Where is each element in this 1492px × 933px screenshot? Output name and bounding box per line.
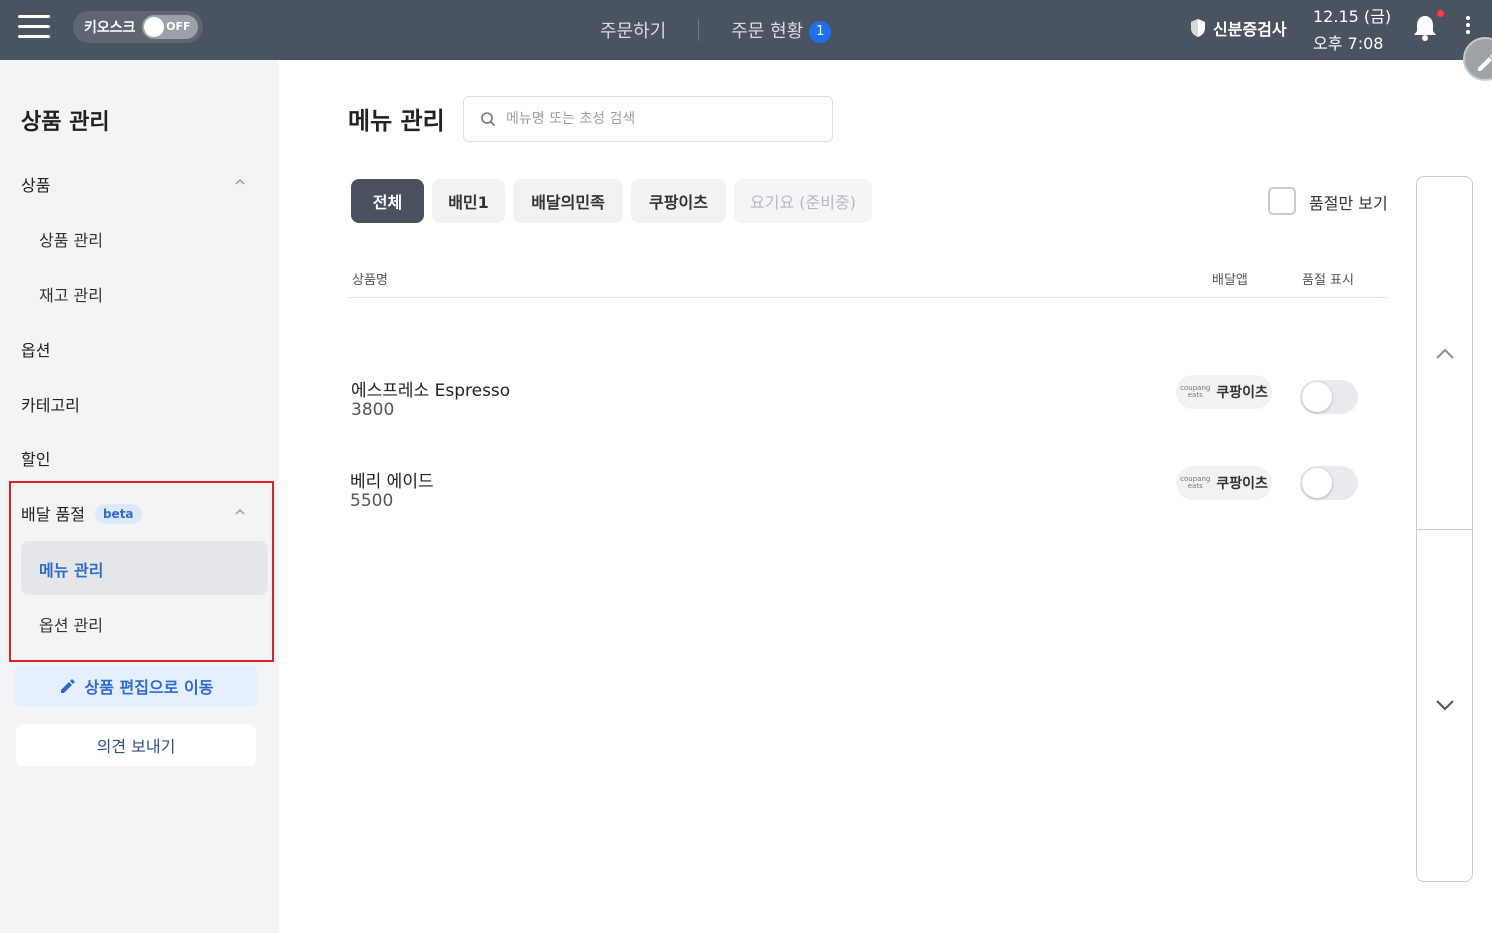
sidebar-item-delivery-soldout-label: 배달 품절	[21, 505, 85, 524]
top-nav: 주문하기 주문 현황 1	[600, 0, 832, 60]
chevron-down-icon	[1436, 700, 1454, 711]
coupang-eats-logo-icon: coupang eats	[1180, 384, 1211, 399]
notification-dot	[1437, 10, 1444, 17]
sidebar-item-discount[interactable]: 할인	[21, 446, 50, 470]
clock-time: 오후 7:08	[1313, 34, 1384, 53]
sidebar-item-delivery-soldout[interactable]: 배달 품절 beta	[21, 501, 142, 525]
send-feedback-label: 의견 보내기	[96, 737, 176, 756]
search-icon	[481, 112, 496, 127]
search-box	[463, 96, 833, 142]
filter-chip-baemin1[interactable]: 배민1	[432, 179, 505, 223]
coupang-eats-logo-icon: coupang eats	[1180, 475, 1211, 490]
row-1-name: 에스프레소 Espresso	[351, 381, 511, 401]
sidebar-item-product-manage[interactable]: 상품 관리	[39, 227, 103, 251]
scroll-control-panel	[1416, 176, 1473, 882]
toggle-knob	[1302, 468, 1332, 498]
row-2-soldout-toggle[interactable]	[1300, 466, 1358, 500]
kiosk-label: 키오스크	[84, 20, 136, 36]
filter-chip-all[interactable]: 전체	[351, 179, 424, 223]
chevron-up-icon[interactable]	[234, 506, 246, 518]
toggle-knob	[1302, 382, 1332, 412]
pencil-icon	[60, 679, 75, 693]
table-header-divider	[348, 297, 1387, 298]
bell-icon[interactable]	[1412, 13, 1438, 41]
shield-icon	[1191, 19, 1205, 37]
sidebar-item-stock-manage[interactable]: 재고 관리	[39, 282, 103, 306]
filter-chip-baemin[interactable]: 배달의민족	[513, 179, 623, 223]
id-check-label: 신분증검사	[1213, 20, 1287, 39]
sidebar-item-option-manage[interactable]: 옵션 관리	[39, 612, 103, 636]
clock-date: 12.15 (금)	[1313, 7, 1392, 26]
filter-chip-yogiyo: 요기요 (준비중)	[734, 179, 872, 223]
row-2-app-chip: coupang eats 쿠팡이츠	[1176, 466, 1272, 500]
column-header-name: 상품명	[352, 273, 388, 288]
kiosk-toggle-knob	[143, 17, 164, 37]
soldout-only-checkbox[interactable]	[1268, 187, 1296, 215]
nav-order-status-link[interactable]: 주문 현황 1	[731, 17, 832, 43]
more-vertical-icon[interactable]	[1463, 16, 1473, 38]
sidebar-item-category[interactable]: 카테고리	[21, 392, 80, 416]
scroll-up-button[interactable]	[1417, 177, 1472, 529]
row-2-name: 베리 에이드	[350, 472, 434, 492]
sidebar-item-option[interactable]: 옵션	[21, 337, 50, 361]
send-feedback-button[interactable]: 의견 보내기	[16, 724, 256, 766]
row-1-price: 3800	[351, 400, 395, 420]
nav-divider	[698, 19, 700, 41]
search-input[interactable]	[506, 111, 806, 127]
sidebar-title: 상품 관리	[21, 110, 110, 135]
row-1-app-label: 쿠팡이츠	[1216, 385, 1268, 401]
go-to-product-edit-label: 상품 편집으로 이동	[84, 678, 214, 697]
id-check-button[interactable]: 신분증검사	[1189, 16, 1287, 40]
top-bar: 키오스크 OFF 주문하기 주문 현황 1 신분증검사 12.15 (금) 오후 …	[0, 0, 1492, 60]
nav-order-link[interactable]: 주문하기	[600, 17, 666, 43]
column-header-soldout: 품절 표시	[1302, 273, 1354, 288]
row-1-app-chip: coupang eats 쿠팡이츠	[1176, 375, 1272, 409]
kiosk-toggle-state: OFF	[166, 20, 191, 33]
sidebar-item-product[interactable]: 상품	[21, 172, 50, 196]
hamburger-icon[interactable]	[18, 15, 50, 39]
chevron-up-icon[interactable]	[234, 176, 246, 188]
filter-chip-coupang-eats[interactable]: 쿠팡이츠	[631, 179, 726, 223]
row-1-soldout-toggle[interactable]	[1300, 380, 1358, 414]
page-title: 메뉴 관리	[348, 107, 445, 135]
chevron-up-icon	[1436, 348, 1454, 359]
kiosk-mode-control: 키오스크 OFF	[73, 11, 203, 43]
go-to-product-edit-button[interactable]: 상품 편집으로 이동	[15, 665, 257, 707]
sidebar: 상품 관리 상품 상품 관리 재고 관리 옵션 카테고리 할인 배달 품절 bet…	[0, 60, 279, 933]
clock: 12.15 (금) 오후 7:08	[1313, 3, 1391, 57]
soldout-only-label[interactable]: 품절만 보기	[1309, 190, 1388, 214]
row-2-price: 5500	[350, 491, 394, 511]
pencil-icon	[1478, 54, 1492, 71]
column-header-app: 배달앱	[1212, 273, 1248, 288]
nav-order-status-label: 주문 현황	[731, 21, 804, 42]
kiosk-toggle[interactable]: OFF	[141, 15, 198, 39]
beta-badge: beta	[94, 504, 142, 524]
scroll-down-button[interactable]	[1417, 530, 1472, 881]
row-2-app-label: 쿠팡이츠	[1216, 476, 1268, 492]
order-count-badge: 1	[809, 21, 832, 43]
sidebar-item-menu-manage[interactable]: 메뉴 관리	[39, 557, 103, 581]
